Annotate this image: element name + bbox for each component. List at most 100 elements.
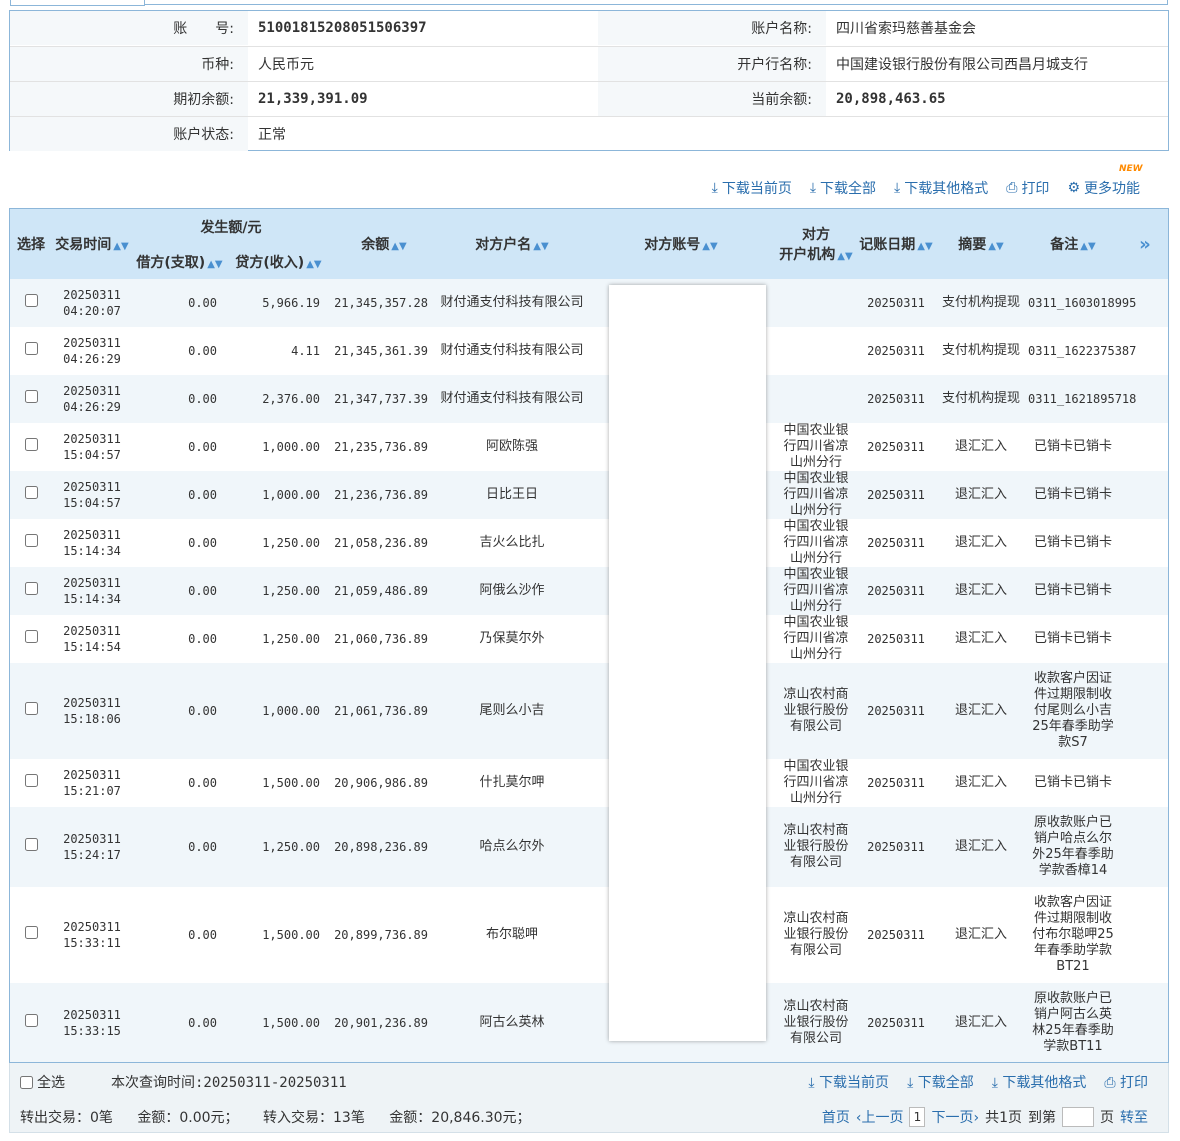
sort-icon[interactable]: ▲▼ — [917, 241, 932, 252]
next-page-link[interactable]: 下一页› — [931, 1107, 979, 1127]
counterparty-name: 阿欧陈强 — [438, 423, 586, 471]
more-functions-button[interactable]: ⚙ 更多功能 — [1067, 178, 1140, 198]
col-party[interactable]: 对方户名 ▲▼ — [438, 209, 586, 279]
table-row[interactable]: 20250311 15:04:57 0.00 1,000.00 21,235,736.8… — [10, 423, 1168, 471]
select-all-checkbox[interactable] — [20, 1075, 33, 1089]
download-page-button[interactable]: ⤓ 下载当前页 — [712, 178, 792, 198]
opening-balance-label: 期初余额: — [10, 82, 248, 116]
row-select-cell[interactable] — [10, 519, 52, 567]
row-checkbox[interactable] — [24, 838, 38, 851]
print-button[interactable]: ⎙ 打印 — [1006, 178, 1049, 198]
footer-print-button[interactable]: ⎙ 打印 — [1104, 1072, 1148, 1092]
row-select-cell[interactable] — [10, 615, 52, 663]
col-balance[interactable]: 余额 ▲▼ — [330, 209, 438, 279]
row-checkbox[interactable] — [24, 390, 38, 403]
table-row[interactable]: 20250311 04:26:29 0.00 2,376.00 21,347,737.3… — [10, 375, 1168, 423]
sort-icon[interactable]: ▲▼ — [1080, 241, 1095, 252]
row-select-cell[interactable] — [10, 887, 52, 983]
goto-page-input[interactable] — [1062, 1107, 1094, 1127]
sort-icon[interactable]: ▲▼ — [837, 251, 852, 262]
row-select-cell[interactable] — [10, 567, 52, 615]
gear-icon: ⚙ — [1067, 180, 1080, 196]
row-select-cell[interactable] — [10, 983, 52, 1062]
footer-download-other-button[interactable]: ⤓ 下载其他格式 — [992, 1072, 1087, 1092]
table-row[interactable]: 20250311 04:20:07 0.00 5,966.19 21,345,357.2… — [10, 279, 1168, 327]
row-checkbox[interactable] — [24, 926, 38, 939]
debit-amount: 0.00 — [132, 375, 227, 423]
download-all-button[interactable]: ⤓ 下载全部 — [810, 178, 876, 198]
counterparty-bank — [776, 279, 856, 327]
row-select-cell[interactable] — [10, 807, 52, 887]
counterparty-bank: 中国农业银行四川省凉山州分行 — [776, 471, 856, 519]
row-checkbox[interactable] — [24, 774, 38, 787]
sort-icon[interactable]: ▲▼ — [702, 241, 717, 252]
col-account[interactable]: 对方账号 ▲▼ — [586, 209, 776, 279]
currency-value: 人民币元 — [258, 57, 314, 73]
col-note[interactable]: 备注 ▲▼ — [1026, 209, 1120, 279]
row-checkbox[interactable] — [24, 486, 38, 499]
row-spacer — [1120, 807, 1168, 887]
sort-icon[interactable]: ▲▼ — [207, 259, 222, 270]
first-page-link[interactable]: 首页 — [822, 1107, 850, 1127]
table-row[interactable]: 20250311 04:26:29 0.00 4.11 21,345,361.39 财付通… — [10, 327, 1168, 375]
row-select-cell[interactable] — [10, 759, 52, 807]
row-select-cell[interactable] — [10, 471, 52, 519]
table-row[interactable]: 20250311 15:24:17 0.00 1,250.00 20,898,236.8… — [10, 807, 1168, 887]
active-tab[interactable] — [10, 0, 145, 6]
row-select-cell[interactable] — [10, 327, 52, 375]
col-time[interactable]: 交易时间 ▲▼ — [52, 209, 132, 279]
sort-icon[interactable]: ▲▼ — [533, 241, 548, 252]
table-row[interactable]: 20250311 15:14:34 0.00 1,250.00 21,059,486.8… — [10, 567, 1168, 615]
footer-download-page-button[interactable]: ⤓ 下载当前页 — [808, 1072, 889, 1092]
col-debit[interactable]: 借方(支取) ▲▼ — [132, 245, 227, 279]
table-row[interactable]: 20250311 15:04:57 0.00 1,000.00 21,236,736.8… — [10, 471, 1168, 519]
goto-label: 到第 — [1028, 1110, 1056, 1126]
footer-download-all-button[interactable]: ⤓ 下载全部 — [907, 1072, 974, 1092]
row-select-cell[interactable] — [10, 423, 52, 471]
row-checkbox[interactable] — [24, 582, 38, 595]
transaction-time: 20250311 15:24:17 — [52, 807, 132, 887]
row-select-cell[interactable] — [10, 279, 52, 327]
table-row[interactable]: 20250311 15:18:06 0.00 1,000.00 21,061,736.8… — [10, 663, 1168, 759]
row-checkbox[interactable] — [24, 1014, 38, 1027]
col-credit[interactable]: 贷方(收入) ▲▼ — [227, 245, 330, 279]
sort-icon[interactable]: ▲▼ — [988, 241, 1003, 252]
row-spacer — [1120, 567, 1168, 615]
row-checkbox[interactable] — [24, 630, 38, 643]
table-row[interactable]: 20250311 15:33:15 0.00 1,500.00 20,901,236.8… — [10, 983, 1168, 1062]
sort-icon[interactable]: ▲▼ — [113, 241, 128, 252]
row-checkbox[interactable] — [24, 702, 38, 715]
table-row[interactable]: 20250311 15:14:54 0.00 1,250.00 21,060,736.8… — [10, 615, 1168, 663]
row-checkbox[interactable] — [24, 342, 38, 355]
col-amount-group: 发生额/元 — [132, 209, 330, 245]
current-page[interactable]: 1 — [909, 1107, 926, 1127]
sort-icon[interactable]: ▲▼ — [391, 241, 406, 252]
table-row[interactable]: 20250311 15:33:11 0.00 1,500.00 20,899,736.8… — [10, 887, 1168, 983]
row-select-cell[interactable] — [10, 663, 52, 759]
sort-icon[interactable]: ▲▼ — [306, 259, 321, 270]
summary: 退汇汇入 — [936, 663, 1026, 759]
row-checkbox[interactable] — [24, 294, 38, 307]
table-row[interactable]: 20250311 15:14:34 0.00 1,250.00 21,058,236.8… — [10, 519, 1168, 567]
table-row[interactable]: 20250311 15:21:07 0.00 1,500.00 20,906,986.8… — [10, 759, 1168, 807]
row-spacer — [1120, 519, 1168, 567]
select-all[interactable]: 全选 — [20, 1072, 65, 1092]
summary: 退汇汇入 — [936, 887, 1026, 983]
col-bank[interactable]: 对方 开户机构 ▲▼ — [776, 209, 856, 279]
note: 收款客户因证件过期限制收付布尔聪呷25年春季助学款BT21 — [1026, 887, 1120, 983]
prev-page-link[interactable]: ‹上一页 — [856, 1107, 904, 1127]
expand-columns-icon[interactable]: » — [1120, 209, 1168, 279]
balance-amount: 21,345,357.28 — [330, 279, 438, 327]
download-icon: ⤓ — [894, 180, 901, 196]
counterparty-bank: 中国农业银行四川省凉山州分行 — [776, 759, 856, 807]
current-balance-value: 20,898,463.65 — [836, 91, 946, 107]
col-summary[interactable]: 摘要 ▲▼ — [936, 209, 1026, 279]
go-button[interactable]: 转至 — [1120, 1107, 1148, 1127]
out-count: 转出交易：0笔 — [20, 1110, 113, 1126]
row-checkbox[interactable] — [24, 438, 38, 451]
col-date[interactable]: 记账日期 ▲▼ — [856, 209, 936, 279]
download-other-button[interactable]: ⤓ 下载其他格式 — [894, 178, 988, 198]
row-select-cell[interactable] — [10, 375, 52, 423]
row-spacer — [1120, 615, 1168, 663]
row-checkbox[interactable] — [24, 534, 38, 547]
